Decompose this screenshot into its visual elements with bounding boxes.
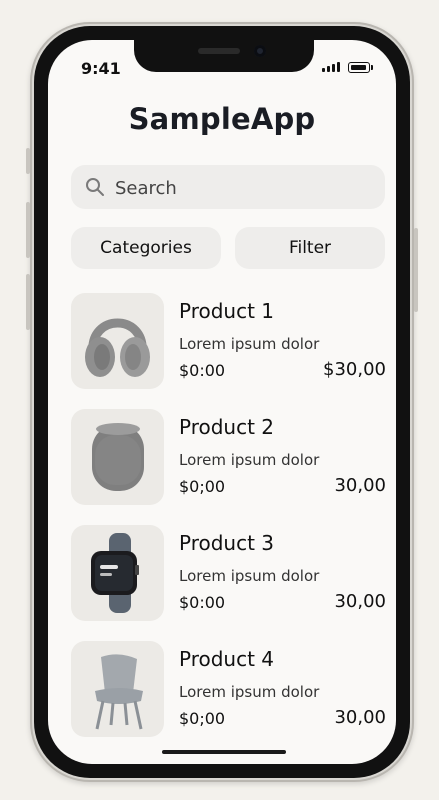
phone-bezel: 9:41 SampleApp Categories Filter	[34, 26, 410, 778]
earpiece-speaker	[198, 48, 240, 54]
product-name: Product 3	[179, 531, 275, 555]
product-description: Lorem ipsum dolor	[179, 567, 320, 585]
product-description: Lorem ipsum dolor	[179, 451, 320, 469]
product-item-1[interactable]: Product 1 Lorem ipsum dolor $0:00 $30,00	[71, 293, 386, 391]
search-icon	[86, 178, 104, 196]
search-bar[interactable]	[71, 165, 385, 211]
cellular-signal-icon	[322, 62, 340, 72]
product-name: Product 1	[179, 299, 275, 323]
product-price: 30,00	[334, 707, 386, 728]
chair-image	[71, 641, 164, 737]
search-input[interactable]	[113, 165, 377, 211]
product-price-left: $0;00	[179, 477, 226, 496]
volume-up-button	[26, 202, 30, 258]
product-description: Lorem ipsum dolor	[179, 683, 320, 701]
volume-down-button	[26, 274, 30, 330]
page-title: SampleApp	[128, 102, 316, 136]
product-price-left: $0:00	[179, 361, 226, 380]
product-item-2[interactable]: Product 2 Lorem ipsum dolor $0;00 30,00	[71, 409, 386, 507]
phone-frame: 9:41 SampleApp Categories Filter	[26, 22, 418, 782]
product-price-left: $0:00	[179, 593, 226, 612]
filter-button[interactable]: Filter	[235, 227, 385, 269]
product-item-3[interactable]: Product 3 Lorem ipsum dolor $0:00 30,00	[71, 525, 386, 623]
product-item-4[interactable]: Product 4 Lorem ipsum dolor $0;00 30,00	[71, 641, 386, 739]
product-price: 30,00	[334, 475, 386, 496]
smartwatch-image	[71, 525, 164, 621]
battery-icon	[348, 62, 370, 73]
battery-tip	[371, 65, 373, 70]
product-price: 30,00	[334, 591, 386, 612]
front-camera	[254, 45, 266, 57]
power-button	[414, 228, 418, 312]
status-time: 9:41	[81, 59, 121, 78]
app-screen: 9:41 SampleApp Categories Filter	[48, 40, 396, 764]
product-name: Product 4	[179, 647, 275, 671]
headphones-image	[71, 293, 164, 389]
product-price: $30,00	[323, 359, 386, 380]
notch	[134, 40, 314, 72]
smart-speaker-image	[71, 409, 164, 505]
home-indicator[interactable]	[162, 750, 286, 754]
product-name: Product 2	[179, 415, 275, 439]
product-price-left: $0;00	[179, 709, 226, 728]
categories-button[interactable]: Categories	[71, 227, 221, 269]
product-description: Lorem ipsum dolor	[179, 335, 320, 353]
silent-switch	[26, 148, 30, 174]
